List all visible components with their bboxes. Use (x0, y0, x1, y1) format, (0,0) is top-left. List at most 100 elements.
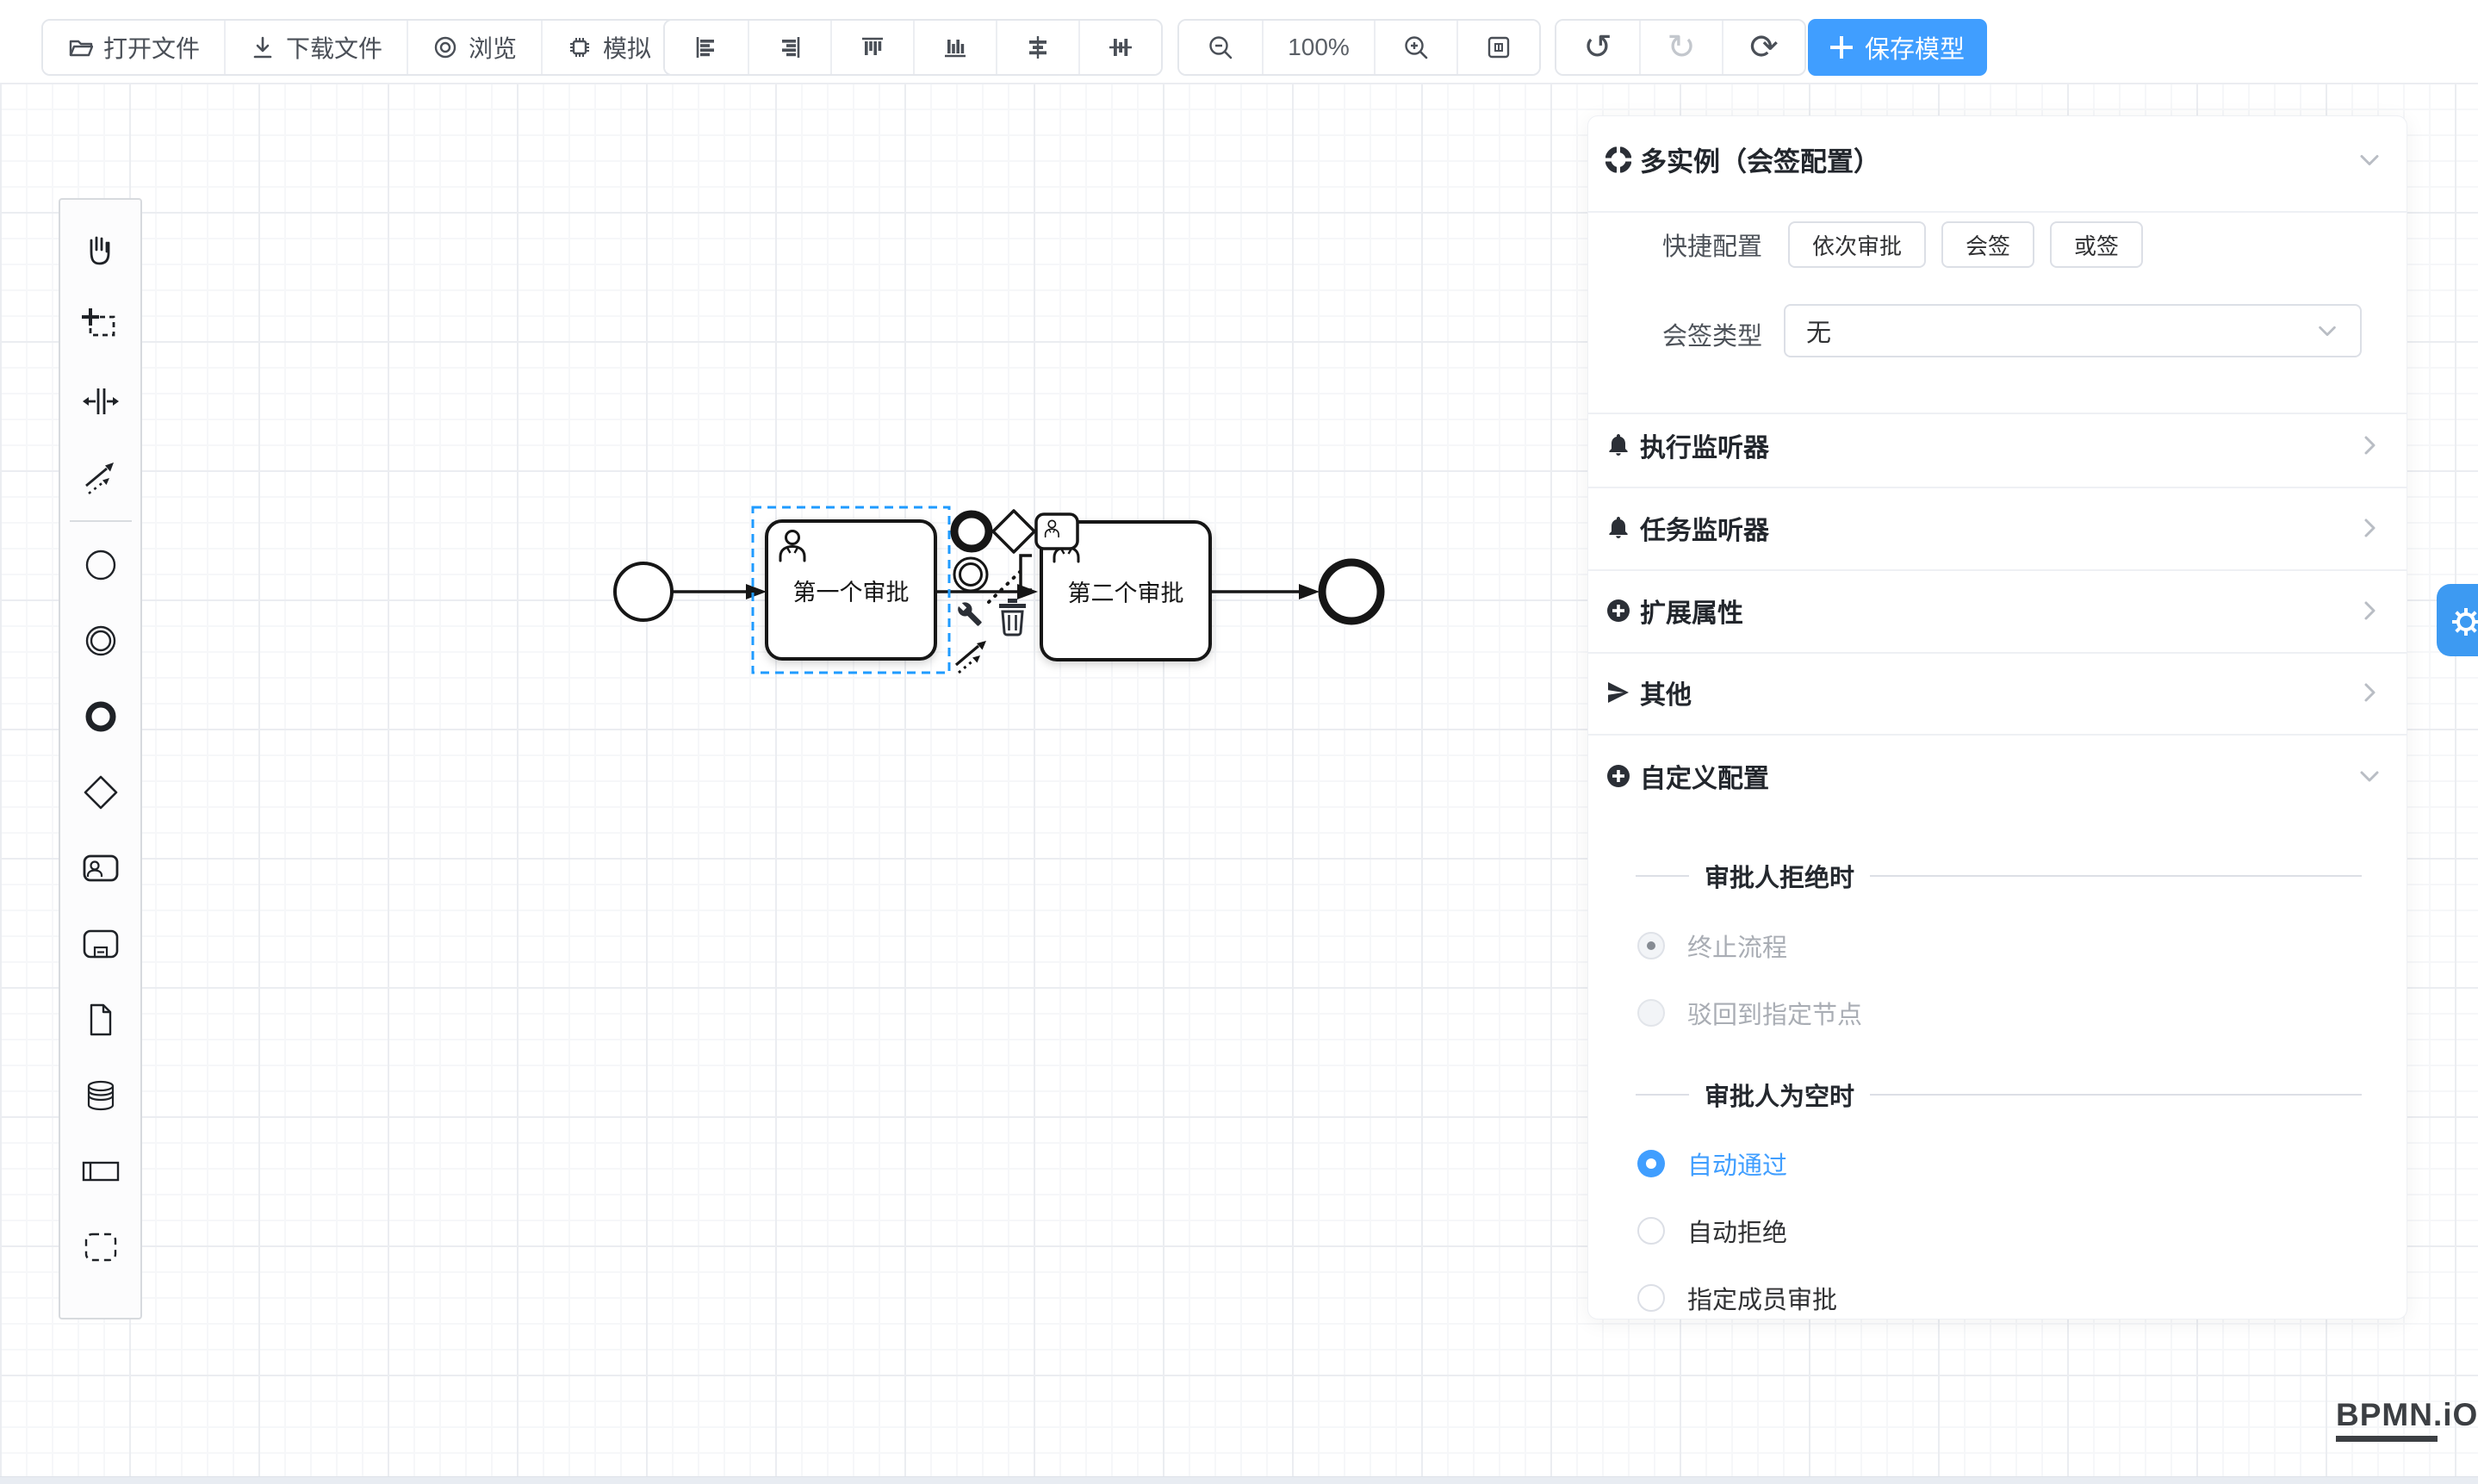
palette-global-connect-tool[interactable] (70, 439, 132, 515)
divider (1636, 1094, 1689, 1096)
multi-instance-icon (1605, 146, 1631, 172)
quick-option-orsign[interactable]: 或签 (2050, 221, 2143, 268)
sign-type-label: 会签类型 (1588, 316, 1762, 352)
quick-option-countersign[interactable]: 会签 (1941, 221, 2034, 268)
palette-subprocess[interactable] (70, 906, 132, 982)
chevron-down-icon (2357, 763, 2382, 789)
restart-button[interactable]: ⟳ (1722, 21, 1804, 74)
zoom-in-button[interactable] (1374, 21, 1456, 74)
radio-button[interactable] (1637, 1284, 1665, 1312)
plus-icon (1830, 36, 1853, 59)
download-file-button[interactable]: 下载文件 (224, 21, 407, 74)
radio-label: 自动通过 (1687, 1146, 1787, 1182)
section-task-listener[interactable]: 任务监听器 (1605, 509, 2382, 547)
radio-label: 自动拒绝 (1687, 1213, 1787, 1249)
radio-label: 指定成员审批 (1687, 1280, 1837, 1316)
palette-gateway[interactable] (70, 754, 132, 830)
palette-data-store[interactable] (70, 1058, 132, 1133)
redo-button[interactable]: ↻ (1639, 21, 1722, 74)
palette-participant[interactable] (70, 1133, 132, 1209)
chevron-right-icon (2357, 432, 2382, 458)
palette-end-event[interactable] (70, 679, 132, 754)
palette-intermediate-event[interactable] (70, 603, 132, 679)
global-connect-tool-icon (81, 457, 121, 497)
radio-return-to-node[interactable]: 驳回到指定节点 (1637, 995, 2362, 1031)
zoom-out-button[interactable] (1179, 21, 1262, 74)
section-label: 其他 (1640, 674, 1692, 711)
palette-data-object[interactable] (70, 982, 132, 1058)
zoom-in-icon (1402, 34, 1430, 61)
section-other[interactable]: 其他 (1605, 674, 2382, 711)
divider (1588, 211, 2407, 213)
palette-start-event[interactable] (70, 527, 132, 603)
radio-assign-member[interactable]: 指定成员审批 (1637, 1280, 2362, 1316)
save-model-button[interactable]: 保存模型 (1808, 19, 1987, 76)
section-label: 自定义配置 (1640, 757, 1769, 795)
radio-button[interactable] (1637, 1217, 1665, 1245)
end-event-icon (81, 697, 121, 736)
divider (1588, 652, 2407, 654)
preview-button[interactable]: 浏览 (407, 21, 541, 74)
align-center-vertical-button[interactable] (1078, 21, 1161, 74)
sign-type-row: 会签类型 无 (1588, 304, 2407, 357)
send-icon (1605, 680, 1631, 705)
align-button-group (663, 19, 1163, 76)
history-button-group: ↺ ↻ ⟳ (1555, 19, 1806, 76)
hand-tool-icon (81, 230, 121, 270)
divider (1588, 734, 2407, 736)
palette-hand-tool[interactable] (70, 212, 132, 288)
quick-config-label: 快捷配置 (1588, 227, 1762, 263)
redo-icon: ↻ (1667, 30, 1696, 65)
gateway-icon (81, 773, 121, 812)
divider (1588, 413, 2407, 414)
top-toolbar: 打开文件 下载文件 浏览 模拟 (0, 0, 2478, 83)
reset-zoom-button[interactable] (1456, 21, 1539, 74)
radio-button[interactable] (1637, 1150, 1665, 1177)
section-custom-config[interactable]: 自定义配置 (1605, 757, 2382, 795)
quick-option-sequential[interactable]: 依次审批 (1788, 221, 1926, 268)
palette-lasso-tool[interactable] (70, 288, 132, 363)
align-top-button[interactable] (830, 21, 913, 74)
horizontal-scrollbar[interactable] (0, 1476, 2478, 1484)
align-bottom-button[interactable] (913, 21, 996, 74)
palette-separator (70, 520, 132, 522)
open-file-button[interactable]: 打开文件 (43, 21, 224, 74)
palette-space-tool[interactable] (70, 363, 132, 439)
section-extended-properties[interactable]: 扩展属性 (1605, 592, 2382, 630)
divider (1870, 875, 2362, 877)
align-left-button[interactable] (665, 21, 748, 74)
data-object-icon (81, 1000, 121, 1040)
user-task-icon (81, 848, 121, 888)
palette-user-task[interactable] (70, 830, 132, 906)
radio-button[interactable] (1637, 932, 1665, 959)
radio-auto-reject[interactable]: 自动拒绝 (1637, 1213, 2362, 1249)
settings-tab[interactable] (2437, 584, 2478, 656)
palette-group[interactable] (70, 1209, 132, 1285)
subprocess-icon (81, 924, 121, 964)
chevron-right-icon (2357, 598, 2382, 624)
chevron-down-icon (2315, 319, 2339, 343)
save-model-label: 保存模型 (1865, 29, 1965, 65)
divider (1636, 875, 1689, 877)
space-tool-icon (81, 382, 121, 421)
preview-label: 浏览 (469, 30, 517, 65)
align-top-icon (860, 34, 885, 60)
gear-icon (2447, 603, 2478, 641)
align-right-button[interactable] (748, 21, 830, 74)
section-execution-listener[interactable]: 执行监听器 (1605, 426, 2382, 464)
align-center-vertical-icon (1108, 34, 1133, 60)
undo-button[interactable]: ↺ (1556, 21, 1639, 74)
align-center-horizontal-button[interactable] (996, 21, 1078, 74)
divider (1870, 1094, 2362, 1096)
sign-type-select[interactable]: 无 (1784, 304, 2362, 357)
panel-header[interactable]: 多实例（会签配置） (1605, 140, 2382, 179)
radio-button[interactable] (1637, 999, 1665, 1027)
panel-title: 多实例（会签配置） (1640, 140, 1880, 179)
plus-circle-icon (1605, 598, 1631, 624)
bell-icon (1605, 515, 1631, 541)
radio-auto-pass[interactable]: 自动通过 (1637, 1146, 2362, 1182)
radio-terminate-process[interactable]: 终止流程 (1637, 928, 2362, 964)
chevron-right-icon (2357, 680, 2382, 705)
folder-open-icon (67, 34, 93, 60)
simulate-button[interactable]: 模拟 (541, 21, 675, 74)
